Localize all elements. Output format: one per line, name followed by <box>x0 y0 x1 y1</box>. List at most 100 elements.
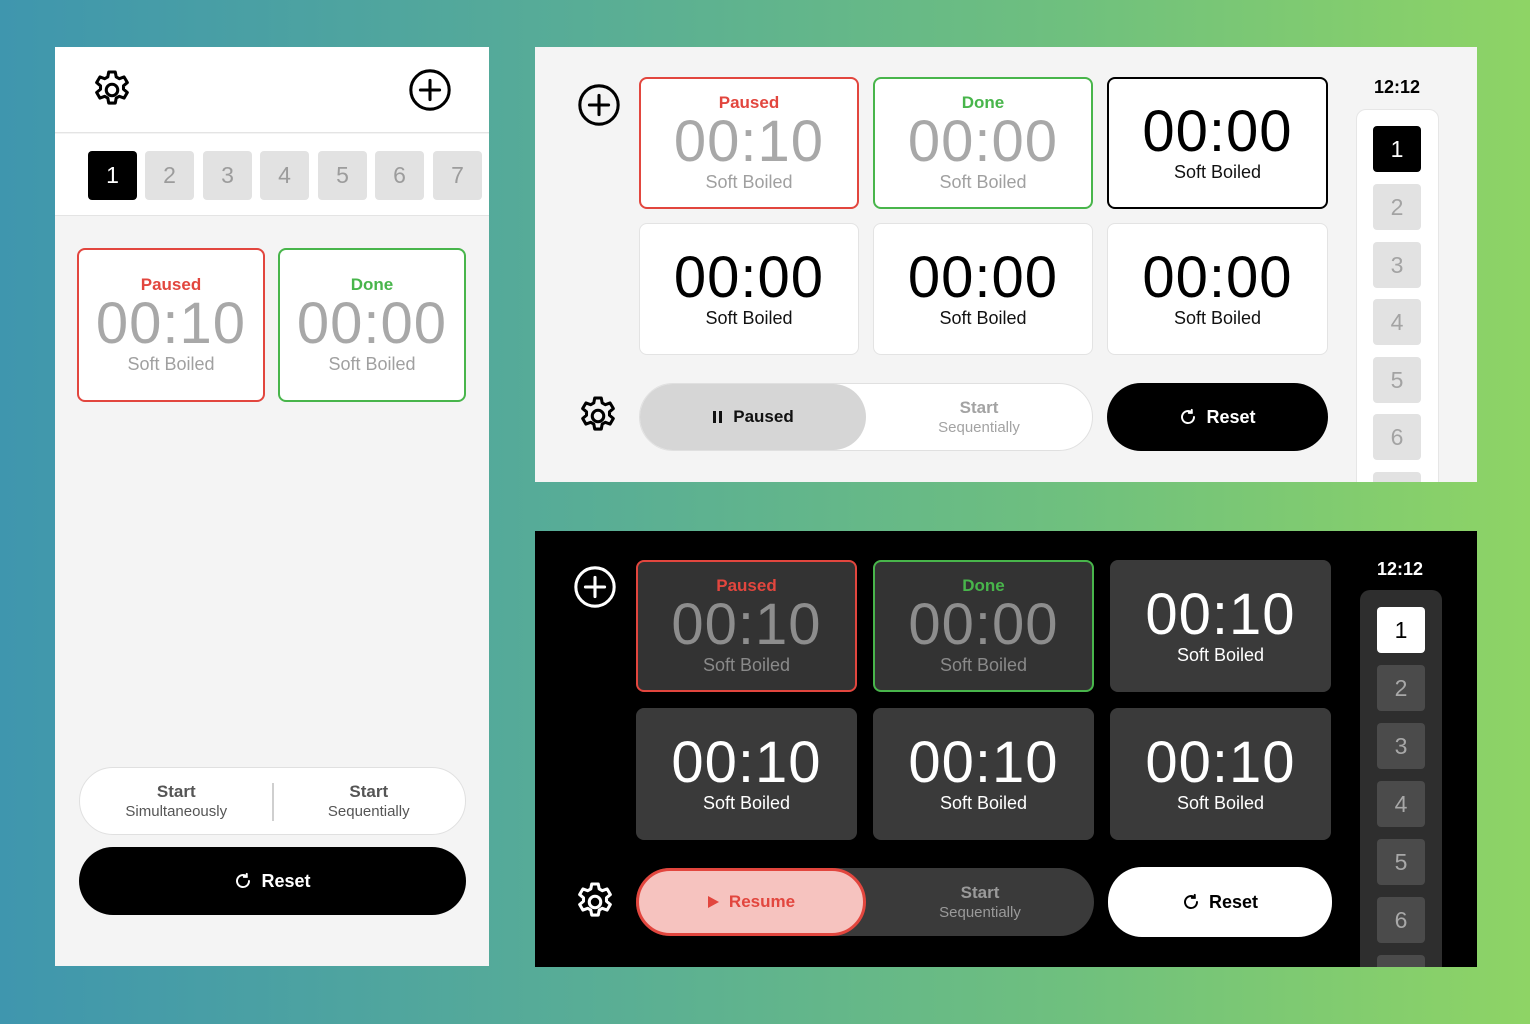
page-2[interactable]: 2 <box>145 151 194 200</box>
start-sequentially-button[interactable]: Start Sequentially <box>866 868 1094 936</box>
add-timer-button[interactable] <box>572 564 618 610</box>
reset-label: Reset <box>1208 891 1259 912</box>
gear-icon <box>578 882 612 917</box>
top-bar <box>55 47 489 133</box>
reset-label: Reset <box>261 870 311 891</box>
timer-card[interactable]: 00:00 Soft Boiled <box>873 223 1093 355</box>
timer-card[interactable]: 00:10 Soft Boiled <box>636 708 857 840</box>
plus-circle-icon <box>578 84 620 126</box>
start-sequentially-sub: Sequentially <box>327 802 410 820</box>
timer-label: Soft Boiled <box>939 793 1028 813</box>
tablet-dark-panel: Paused 00:10 Soft Boiled Done 00:00 Soft… <box>535 531 1477 967</box>
page-6[interactable]: 6 <box>1377 897 1425 943</box>
plus-circle-icon <box>409 69 451 111</box>
timer-label: Soft Boiled <box>939 172 1027 192</box>
reset-button[interactable]: Reset <box>1108 867 1332 937</box>
settings-button[interactable] <box>572 879 618 925</box>
timer-card-paused[interactable]: Paused 00:10 Soft Boiled <box>636 560 857 692</box>
page-4[interactable]: 4 <box>1377 781 1425 827</box>
page-5[interactable]: 5 <box>1373 357 1421 403</box>
timer-time: 00:00 <box>1142 99 1293 164</box>
page-2[interactable]: 2 <box>1377 665 1425 711</box>
add-timer-button[interactable] <box>407 67 453 113</box>
page-7[interactable]: 7 <box>433 151 482 200</box>
timer-label: Soft Boiled <box>328 354 416 374</box>
reset-button[interactable]: Reset <box>1107 383 1328 451</box>
page-strip: 1 2 3 4 5 6 <box>1356 109 1439 482</box>
timer-label: Soft Boiled <box>939 308 1027 328</box>
timer-time: 00:10 <box>1145 582 1296 647</box>
page-1[interactable]: 1 <box>1377 607 1425 653</box>
plus-circle-icon <box>574 566 616 608</box>
timer-label: Soft Boiled <box>705 172 793 192</box>
start-simultaneously-sub: Simultaneously <box>125 802 228 820</box>
page-5[interactable]: 5 <box>1377 839 1425 885</box>
timer-time: 00:10 <box>908 730 1059 795</box>
pause-icon <box>713 411 723 423</box>
clock: 12:12 <box>1373 77 1421 97</box>
play-icon <box>707 896 719 908</box>
timer-card[interactable]: 00:10 Soft Boiled <box>1110 708 1331 840</box>
timer-card-done[interactable]: Done 00:00 Soft Boiled <box>873 77 1093 209</box>
timer-card-done[interactable]: Done 00:00 Soft Boiled <box>278 248 466 402</box>
start-sequentially-title: Start <box>960 882 1000 902</box>
start-sequentially-sub: Sequentially <box>938 418 1020 436</box>
tablet-light-panel: Paused 00:10 Soft Boiled Done 00:00 Soft… <box>535 47 1477 482</box>
add-timer-button[interactable] <box>576 82 622 128</box>
timer-time: 00:10 <box>95 291 247 356</box>
resume-label: Resume <box>728 892 796 911</box>
page-more[interactable] <box>1373 472 1421 482</box>
page-3[interactable]: 3 <box>203 151 252 200</box>
refresh-icon <box>236 872 251 888</box>
paused-button[interactable]: Paused <box>640 384 866 450</box>
gear-icon <box>95 70 129 105</box>
start-mode-toggle: Paused Start Sequentially <box>639 383 1093 451</box>
settings-button[interactable] <box>575 393 621 439</box>
page-3[interactable]: 3 <box>1373 242 1421 288</box>
timer-label: Soft Boiled <box>1176 793 1265 813</box>
timer-label: Soft Boiled <box>705 308 793 328</box>
page-more[interactable] <box>1377 955 1425 967</box>
timer-label: Soft Boiled <box>1173 162 1262 182</box>
start-mode-toggle: Resume Start Sequentially <box>636 868 1094 936</box>
resume-button[interactable]: Resume <box>636 868 866 936</box>
start-sequentially-title: Start <box>349 781 389 801</box>
page-1[interactable]: 1 <box>1373 126 1421 172</box>
timer-card-paused[interactable]: Paused 00:10 Soft Boiled <box>77 248 265 402</box>
mobile-panel: 1 2 3 4 5 6 7 Paused 00:10 Soft Boiled D… <box>55 47 489 966</box>
start-simultaneously-title: Start <box>156 781 196 801</box>
timer-time: 00:00 <box>1142 245 1293 310</box>
settings-button[interactable] <box>89 67 135 113</box>
timer-card[interactable]: 00:00 Soft Boiled <box>1107 223 1328 355</box>
timer-time: 00:10 <box>1145 730 1296 795</box>
page-3[interactable]: 3 <box>1377 723 1425 769</box>
reset-button[interactable]: Reset <box>79 847 466 915</box>
page-4[interactable]: 4 <box>1373 299 1421 345</box>
page-4[interactable]: 4 <box>260 151 309 200</box>
timer-card[interactable]: 00:10 Soft Boiled <box>1110 560 1331 692</box>
page-2[interactable]: 2 <box>1373 184 1421 230</box>
timer-label: Soft Boiled <box>127 354 215 374</box>
timer-time: 00:00 <box>907 109 1059 174</box>
start-sequentially-button[interactable]: Start Sequentially <box>273 768 466 834</box>
page-1[interactable]: 1 <box>88 151 137 200</box>
paused-label: Paused <box>733 407 794 426</box>
refresh-icon <box>1181 408 1196 424</box>
start-sequentially-button[interactable]: Start Sequentially <box>866 384 1092 450</box>
timer-card-paused[interactable]: Paused 00:10 Soft Boiled <box>639 77 859 209</box>
timer-card[interactable]: 00:10 Soft Boiled <box>873 708 1094 840</box>
page-strip: 1 2 3 4 5 6 <box>1360 590 1442 967</box>
clock: 12:12 <box>1376 559 1424 579</box>
page-selector: 1 2 3 4 5 6 7 <box>55 134 489 216</box>
timer-time: 00:10 <box>671 592 822 657</box>
start-simultaneously-button[interactable]: Start Simultaneously <box>80 768 273 834</box>
page-6[interactable]: 6 <box>375 151 424 200</box>
timer-label: Soft Boiled <box>702 793 791 813</box>
timer-card-done[interactable]: Done 00:00 Soft Boiled <box>873 560 1094 692</box>
timer-card-selected[interactable]: 00:00 Soft Boiled <box>1107 77 1328 209</box>
page-6[interactable]: 6 <box>1373 414 1421 460</box>
refresh-icon <box>1184 893 1198 909</box>
timer-card[interactable]: 00:00 Soft Boiled <box>639 223 859 355</box>
start-sequentially-sub: Sequentially <box>939 903 1021 921</box>
page-5[interactable]: 5 <box>318 151 367 200</box>
